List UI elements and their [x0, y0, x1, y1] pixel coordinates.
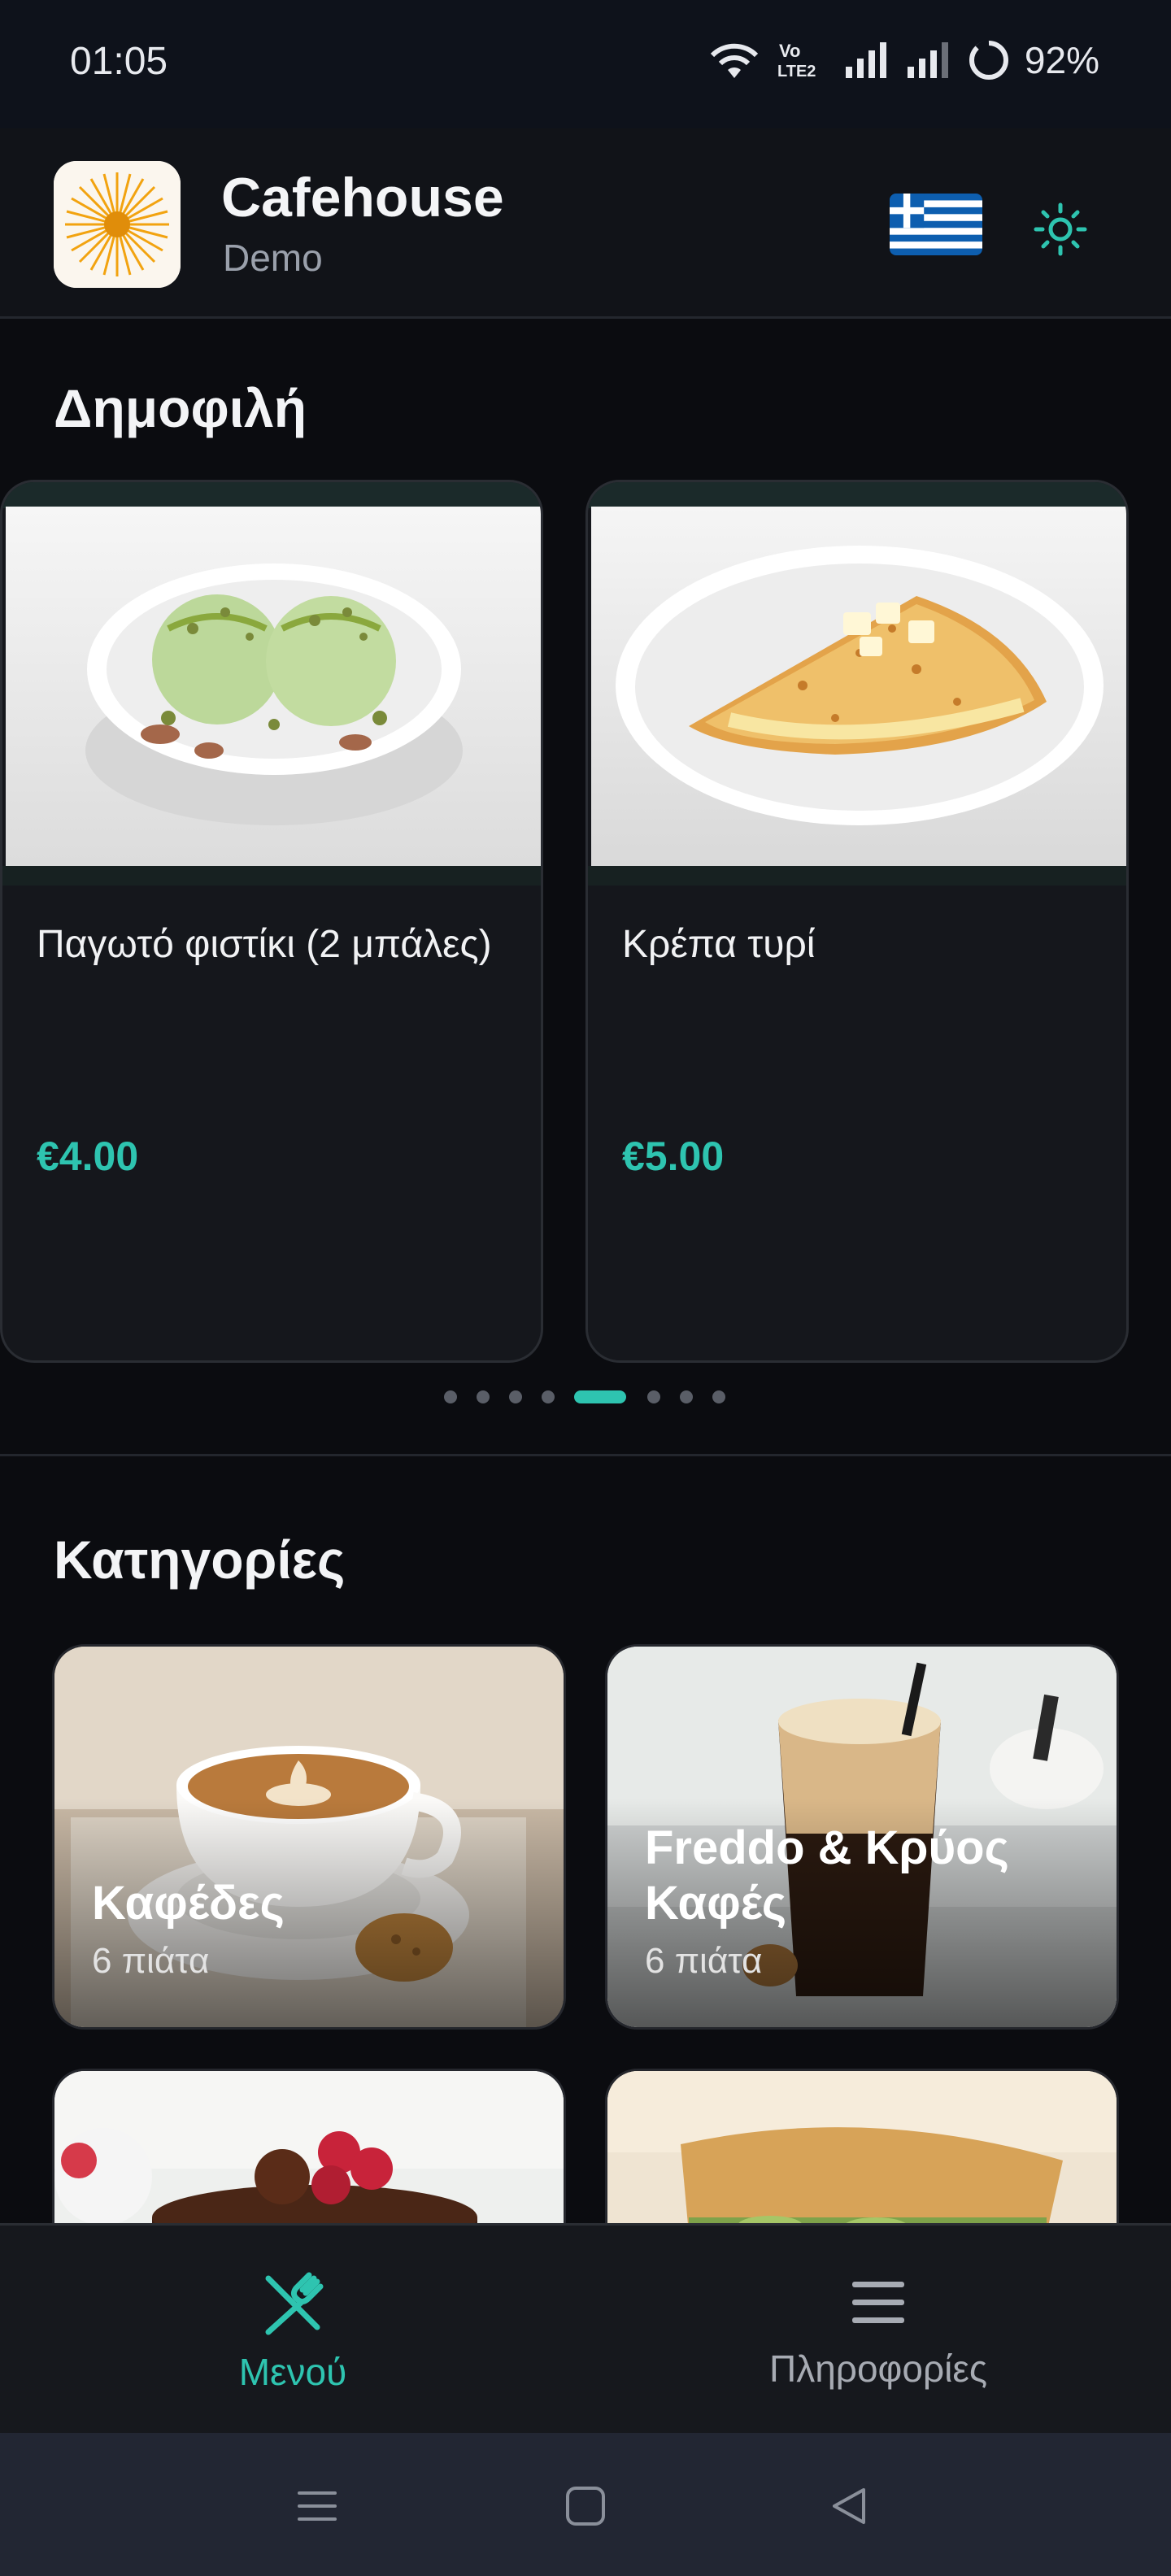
- app-name: Cafehouse: [221, 167, 504, 228]
- popular-item-card[interactable]: Κρέπα τυρί €5.00: [586, 480, 1129, 1363]
- carousel-dot[interactable]: [444, 1390, 457, 1403]
- item-price: €5.00: [622, 1134, 725, 1179]
- theme-toggle-button[interactable]: [1021, 190, 1099, 268]
- category-card-coffees[interactable]: Καφέδες 6 πιάτα: [52, 1644, 566, 2030]
- home-icon: [566, 2487, 605, 2526]
- category-name: Freddo & Κρύος Καφές: [645, 1821, 1009, 1930]
- system-navigation-bar: [0, 2433, 1171, 2576]
- back-icon: [833, 2488, 865, 2524]
- popular-item-card[interactable]: Παγωτό φιστίκι (2 μπάλες) €4.00: [0, 480, 543, 1363]
- pistachio-ice-cream-image: [6, 507, 541, 866]
- carousel-dot[interactable]: [477, 1390, 490, 1403]
- volte-icon: Vo LTE2: [777, 41, 816, 80]
- app-logo: [54, 161, 181, 288]
- nav-tab-menu[interactable]: Μενού: [0, 2226, 586, 2435]
- category-count: 6 πιάτα: [92, 1941, 210, 1981]
- recent-apps-button[interactable]: [285, 2474, 350, 2539]
- carousel-dot-active[interactable]: [574, 1390, 626, 1403]
- recents-icon: [298, 2491, 337, 2521]
- cheese-crepe-image: [591, 507, 1126, 866]
- carousel-indicator: [0, 1387, 1171, 1407]
- nav-tab-info[interactable]: Πληροφορίες: [586, 2226, 1171, 2435]
- home-button[interactable]: [553, 2474, 618, 2539]
- app-subtitle: Demo: [223, 237, 323, 279]
- battery-icon: [969, 40, 1008, 80]
- carousel-dot[interactable]: [647, 1390, 660, 1403]
- category-count: 6 πιάτα: [645, 1941, 763, 1981]
- categories-section-title: Κατηγορίες: [54, 1530, 346, 1590]
- app-header: Cafehouse Demo: [0, 128, 1171, 319]
- item-name: Κρέπα τυρί: [622, 923, 816, 966]
- nav-tab-label: Μενού: [238, 2351, 347, 2393]
- item-price: €4.00: [37, 1134, 139, 1179]
- greek-flag-icon[interactable]: [890, 194, 982, 255]
- signal-icon: [845, 42, 886, 78]
- status-time: 01:05: [70, 40, 168, 83]
- fork-knife-icon: [265, 2272, 324, 2335]
- nav-tab-label: Πληροφορίες: [768, 2348, 988, 2390]
- svg-text:Vo: Vo: [779, 41, 800, 61]
- item-name: Παγωτό φιστίκι (2 μπάλες): [37, 923, 492, 966]
- sun-icon: [1034, 202, 1087, 256]
- hamburger-menu-icon: [852, 2282, 904, 2323]
- section-divider: [0, 1454, 1171, 1456]
- back-button[interactable]: [816, 2474, 882, 2539]
- category-card-freddo[interactable]: Freddo & Κρύος Καφές 6 πιάτα: [605, 1644, 1119, 2030]
- battery-percentage: 92%: [1024, 39, 1099, 81]
- carousel-dot[interactable]: [509, 1390, 522, 1403]
- signal-icon: [907, 42, 948, 78]
- popular-section-title: Δημοφιλή: [54, 378, 307, 438]
- carousel-dot[interactable]: [712, 1390, 725, 1403]
- wifi-icon: [710, 43, 759, 78]
- category-name: Καφέδες: [92, 1877, 285, 1930]
- carousel-dot[interactable]: [542, 1390, 555, 1403]
- carousel-dot[interactable]: [680, 1390, 693, 1403]
- status-bar: 01:05 Vo LTE2 92%: [0, 0, 1171, 128]
- bottom-navigation: Μενού Πληροφορίες: [0, 2223, 1171, 2433]
- svg-text:LTE2: LTE2: [777, 63, 816, 80]
- status-icons: Vo LTE2 92%: [706, 36, 1099, 85]
